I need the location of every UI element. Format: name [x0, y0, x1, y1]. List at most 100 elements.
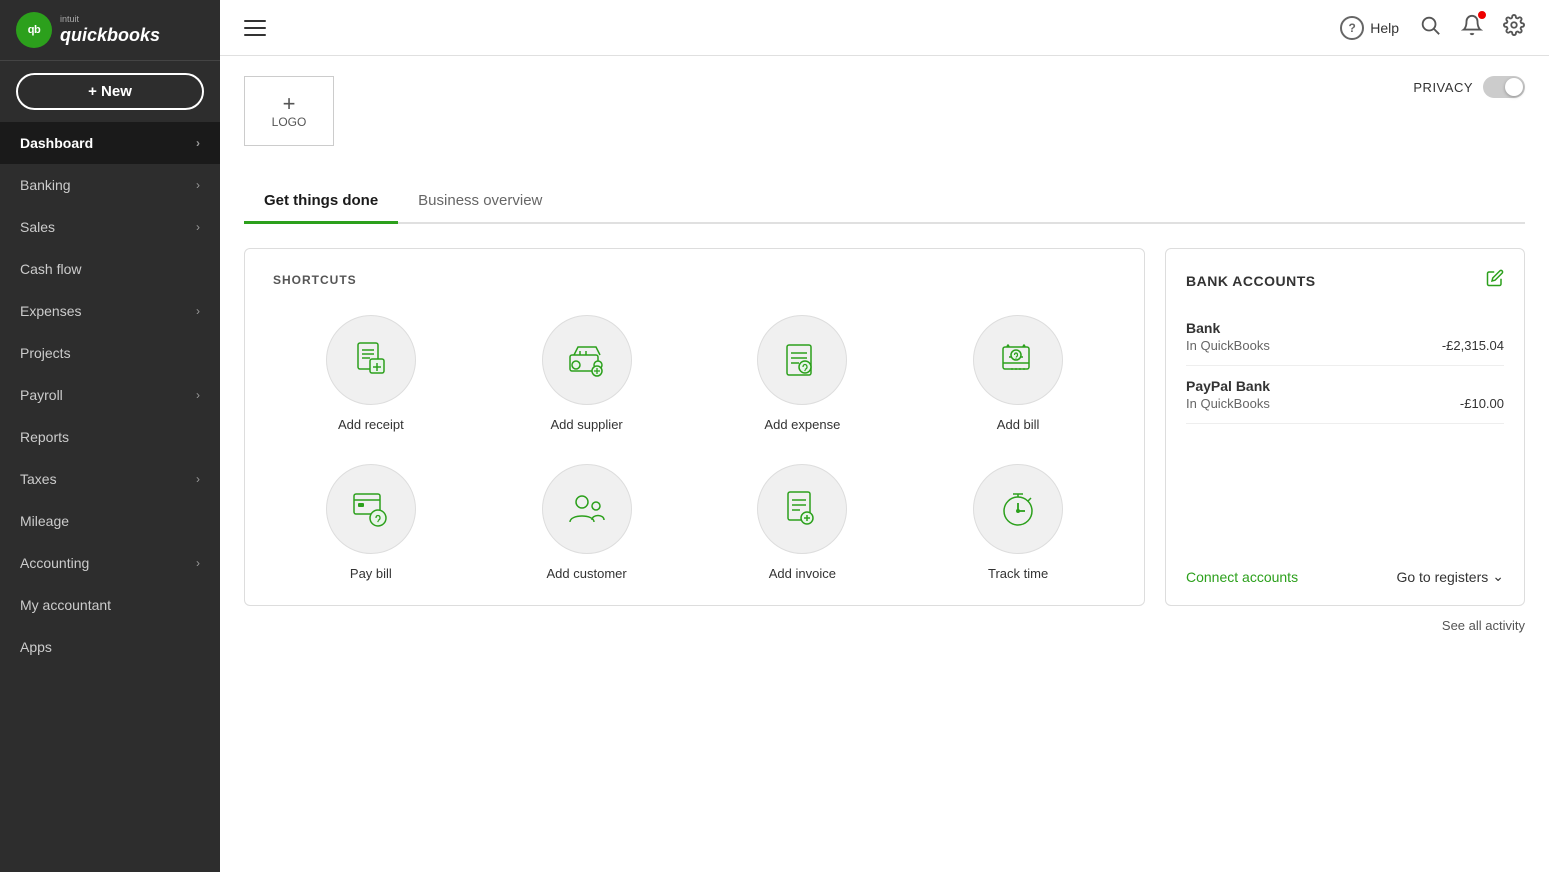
chevron-right-icon: › [196, 304, 200, 318]
logo-upload-label: LOGO [272, 115, 307, 129]
logo-upload-button[interactable]: + LOGO [244, 76, 334, 146]
bank-item-sublabel: In QuickBooks [1186, 338, 1270, 353]
goto-registers-button[interactable]: Go to registers ⌄ [1396, 568, 1504, 585]
add-customer-icon [542, 464, 632, 554]
add-bill-icon [973, 315, 1063, 405]
notification-badge [1477, 10, 1487, 20]
sidebar-item-cashflow[interactable]: Cash flow [0, 248, 220, 290]
bank-accounts-panel: BANK ACCOUNTS Bank In QuickBooks -£2,315… [1165, 248, 1525, 606]
topbar: ? Help [220, 0, 1549, 56]
sidebar-item-label: Expenses [20, 303, 81, 319]
toggle-knob [1505, 78, 1523, 96]
sidebar-item-sales[interactable]: Sales › [0, 206, 220, 248]
shortcut-label: Pay bill [350, 566, 392, 581]
sidebar-logo: qb intuit quickbooks [0, 0, 220, 61]
sidebar-item-label: Sales [20, 219, 55, 235]
page-content: + LOGO PRIVACY Get things done Business … [220, 56, 1549, 872]
connect-accounts-link[interactable]: Connect accounts [1186, 569, 1298, 585]
privacy-toggle[interactable] [1483, 76, 1525, 98]
pay-bill-icon [326, 464, 416, 554]
sidebar-item-banking[interactable]: Banking › [0, 164, 220, 206]
sidebar-item-dashboard[interactable]: Dashboard › [0, 122, 220, 164]
shortcut-label: Add bill [997, 417, 1040, 432]
bank-item-amount: -£10.00 [1460, 396, 1504, 411]
chevron-right-icon: › [196, 220, 200, 234]
sidebar-item-expenses[interactable]: Expenses › [0, 290, 220, 332]
sidebar-item-apps[interactable]: Apps [0, 626, 220, 668]
bank-item-sublabel: In QuickBooks [1186, 396, 1270, 411]
shortcut-pay-bill[interactable]: Pay bill [273, 464, 469, 581]
bank-account-item: PayPal Bank In QuickBooks -£10.00 [1186, 366, 1504, 424]
sidebar-item-label: My accountant [20, 597, 111, 613]
sidebar-item-label: Payroll [20, 387, 63, 403]
help-icon: ? [1340, 16, 1364, 40]
hamburger-menu[interactable] [244, 20, 266, 36]
sidebar-item-label: Accounting [20, 555, 89, 571]
help-button[interactable]: ? Help [1340, 16, 1399, 40]
bank-account-item: Bank In QuickBooks -£2,315.04 [1186, 308, 1504, 366]
sidebar-item-label: Projects [20, 345, 71, 361]
content-row: SHORTCUTS [244, 248, 1525, 606]
sidebar-item-taxes[interactable]: Taxes › [0, 458, 220, 500]
track-time-icon [973, 464, 1063, 554]
chevron-down-icon: ⌄ [1492, 568, 1504, 585]
sidebar-item-payroll[interactable]: Payroll › [0, 374, 220, 416]
sidebar-item-label: Mileage [20, 513, 69, 529]
bank-name: PayPal Bank [1186, 378, 1504, 394]
sidebar: qb intuit quickbooks + New Dashboard › B… [0, 0, 220, 872]
shortcut-label: Add invoice [769, 566, 836, 581]
help-label: Help [1370, 20, 1399, 36]
intuit-label: intuit [60, 14, 160, 24]
tab-business-overview[interactable]: Business overview [398, 182, 562, 224]
topbar-right: ? Help [1340, 14, 1525, 42]
shortcut-add-supplier[interactable]: Add supplier [489, 315, 685, 432]
shortcuts-grid: Add receipt [273, 315, 1116, 581]
shortcut-label: Add receipt [338, 417, 404, 432]
sidebar-item-label: Dashboard [20, 135, 93, 151]
new-button[interactable]: + New [16, 73, 204, 110]
chevron-right-icon: › [196, 556, 200, 570]
sidebar-item-reports[interactable]: Reports [0, 416, 220, 458]
shortcut-label: Track time [988, 566, 1048, 581]
chevron-right-icon: › [196, 136, 200, 150]
shortcut-add-receipt[interactable]: Add receipt [273, 315, 469, 432]
chevron-right-icon: › [196, 178, 200, 192]
edit-icon[interactable] [1486, 269, 1504, 292]
logo-icon: qb [16, 12, 52, 48]
sidebar-item-mileage[interactable]: Mileage [0, 500, 220, 542]
shortcut-add-customer[interactable]: Add customer [489, 464, 685, 581]
tab-get-things-done[interactable]: Get things done [244, 182, 398, 224]
bank-panel-header: BANK ACCOUNTS [1186, 269, 1504, 292]
search-button[interactable] [1419, 14, 1441, 42]
sidebar-item-accounting[interactable]: Accounting › [0, 542, 220, 584]
main-content: ? Help + LOGO PRIVACY [220, 0, 1549, 872]
privacy-label: PRIVACY [1413, 80, 1473, 95]
settings-button[interactable] [1503, 14, 1525, 42]
notifications-button[interactable] [1461, 14, 1483, 42]
bank-item-amount: -£2,315.04 [1442, 338, 1504, 353]
sidebar-item-label: Cash flow [20, 261, 81, 277]
add-expense-icon [757, 315, 847, 405]
sidebar-item-label: Banking [20, 177, 71, 193]
chevron-right-icon: › [196, 472, 200, 486]
sidebar-item-my-accountant[interactable]: My accountant [0, 584, 220, 626]
page-tabs: Get things done Business overview [244, 182, 1525, 224]
sidebar-item-projects[interactable]: Projects [0, 332, 220, 374]
shortcut-label: Add customer [547, 566, 627, 581]
shortcut-track-time[interactable]: Track time [920, 464, 1116, 581]
shortcuts-title: SHORTCUTS [273, 273, 1116, 287]
sidebar-item-label: Reports [20, 429, 69, 445]
bank-item-sub: In QuickBooks -£10.00 [1186, 396, 1504, 411]
bank-item-sub: In QuickBooks -£2,315.04 [1186, 338, 1504, 353]
bank-name: Bank [1186, 320, 1504, 336]
topbar-left [244, 20, 266, 36]
shortcut-add-bill[interactable]: Add bill [920, 315, 1116, 432]
sidebar-item-label: Apps [20, 639, 52, 655]
shortcut-label: Add supplier [550, 417, 622, 432]
sidebar-nav: Dashboard › Banking › Sales › Cash flow … [0, 122, 220, 872]
shortcut-add-invoice[interactable]: Add invoice [705, 464, 901, 581]
shortcut-add-expense[interactable]: Add expense [705, 315, 901, 432]
plus-icon: + [283, 93, 296, 115]
see-all-activity-link[interactable]: See all activity [244, 606, 1525, 645]
chevron-right-icon: › [196, 388, 200, 402]
